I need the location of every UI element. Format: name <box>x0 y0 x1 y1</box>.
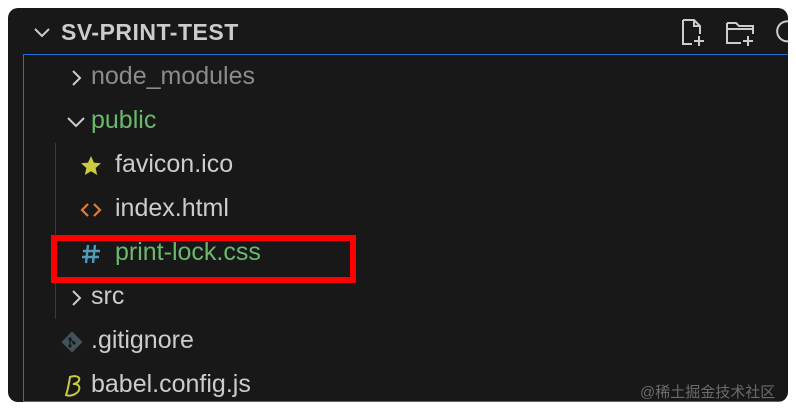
css-hash-icon <box>82 244 100 264</box>
tree-item-label: print-lock.css <box>115 238 261 266</box>
tree-item-favicon[interactable]: favicon.ico <box>24 143 788 187</box>
chevron-down-icon[interactable] <box>32 23 52 43</box>
explorer-panel: SV-PRINT-TEST node_modules public favico… <box>8 8 788 402</box>
tree-item-label: src <box>91 282 125 310</box>
tree-item-label: node_modules <box>91 62 256 90</box>
git-icon <box>61 331 83 353</box>
html-brackets-icon <box>80 203 102 217</box>
tree-item-print-lock-css[interactable]: print-lock.css <box>24 231 788 275</box>
tree-item-label: index.html <box>115 194 229 222</box>
tree-item-node-modules[interactable]: node_modules <box>24 55 788 99</box>
section-title: SV-PRINT-TEST <box>61 19 239 45</box>
tree-item-index-html[interactable]: index.html <box>24 187 788 231</box>
tree-item-label: babel.config.js <box>91 370 251 398</box>
babel-icon <box>64 375 81 397</box>
explorer-section-header[interactable]: SV-PRINT-TEST <box>8 8 788 54</box>
tree-item-public[interactable]: public <box>24 99 788 143</box>
tree-item-gitignore[interactable]: .gitignore <box>24 319 788 363</box>
new-folder-icon[interactable] <box>724 16 756 48</box>
tree-item-label: .gitignore <box>91 326 194 354</box>
tree-item-label: favicon.ico <box>115 150 234 178</box>
chevron-down-icon[interactable] <box>64 110 88 134</box>
chevron-right-icon[interactable] <box>65 286 89 310</box>
tree-item-label: public <box>91 106 157 134</box>
star-icon <box>81 156 101 175</box>
watermark: @稀土掘金技术社区 <box>640 384 776 401</box>
refresh-icon[interactable] <box>772 16 788 48</box>
file-tree: node_modules public favicon.ico index.ht… <box>23 54 788 402</box>
chevron-right-icon[interactable] <box>65 66 89 90</box>
tree-item-src[interactable]: src <box>24 275 788 319</box>
new-file-icon[interactable] <box>676 16 708 48</box>
